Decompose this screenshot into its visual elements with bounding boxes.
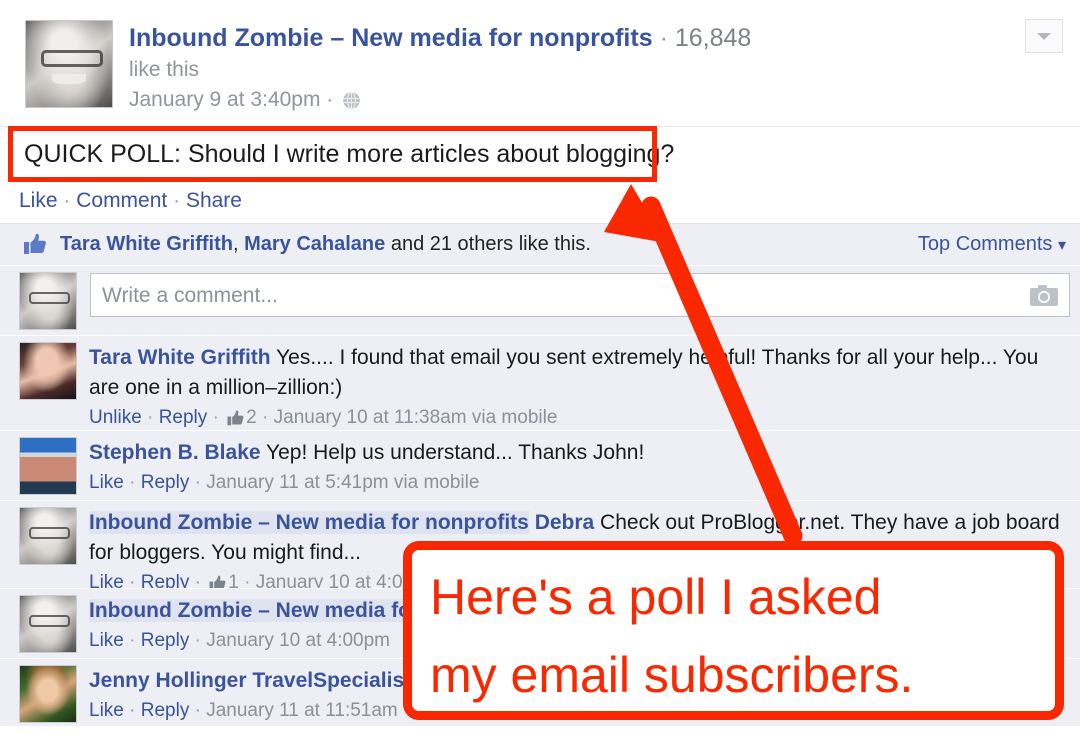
comment-content: Stephen B. Blake Yep! Help us understand… — [89, 438, 1070, 497]
thumbs-up-icon — [208, 572, 227, 591]
share-button[interactable]: Share — [186, 189, 242, 212]
comment-reply-button[interactable]: Reply — [141, 630, 190, 651]
chevron-down-icon: ▾ — [1057, 237, 1066, 254]
callout-line-2: my email subscribers. — [430, 647, 914, 703]
comment-button[interactable]: Comment — [76, 189, 167, 212]
post-author-name[interactable]: Inbound Zombie – New media for nonprofit… — [129, 24, 653, 52]
comment-like-button[interactable]: Like — [89, 700, 124, 721]
thumbs-up-icon — [22, 233, 48, 255]
callout-line-1: Here's a poll I asked — [430, 569, 882, 625]
post-header-text: Inbound Zombie – New media for nonprofit… — [129, 22, 989, 119]
annotation-callout-box: Here's a poll I asked my email subscribe… — [403, 541, 1064, 720]
comment-tagged-user[interactable]: Debra — [535, 511, 595, 534]
meta-separator: · — [147, 407, 154, 428]
post-header: Inbound Zombie – New media for nonprofit… — [0, 0, 1080, 126]
comment-reply-button[interactable]: Reply — [159, 407, 208, 428]
globe-icon — [342, 89, 361, 119]
avatar[interactable] — [19, 665, 77, 723]
comment-row: Stephen B. Blake Yep! Help us understand… — [0, 430, 1080, 500]
chevron-down-icon — [1037, 33, 1051, 40]
comment-like-button[interactable]: Like — [89, 630, 124, 651]
comment-like-button[interactable]: Unlike — [89, 407, 142, 428]
comment-text-line: Tara White Griffith Yes.... I found that… — [89, 343, 1070, 403]
post-like-this-label: like this — [129, 58, 200, 81]
comment-row: Tara White Griffith Yes.... I found that… — [0, 335, 1080, 430]
comment-like-button[interactable]: Like — [89, 472, 124, 493]
post-like-count: 16,848 — [674, 24, 752, 52]
comment-author[interactable]: Jenny Hollinger TravelSpecialist — [89, 669, 411, 692]
comment-timestamp: January 10 at 11:38am via mobile — [273, 407, 558, 428]
meta-separator: · — [194, 700, 201, 721]
comment-input[interactable]: Write a comment... — [90, 273, 1070, 317]
facebook-post-screenshot: Inbound Zombie – New media for nonprofit… — [0, 0, 1080, 734]
avatar[interactable] — [19, 437, 77, 495]
comment-timestamp: January 10 at 4:00pm — [206, 630, 391, 651]
meta-separator: · — [262, 407, 269, 428]
post-timestamp[interactable]: January 9 at 3:40pm — [129, 88, 320, 111]
meta-separator: · — [129, 472, 136, 493]
thumbs-up-icon — [226, 407, 245, 426]
comment-meta: Unlike · Reply · 2 · January 10 at 11:38… — [89, 404, 1070, 432]
meta-separator: · — [212, 407, 219, 428]
meta-separator: · — [129, 630, 136, 651]
comment-author[interactable]: Inbound Zombie – New media fo — [89, 599, 412, 622]
comment-text-line: Stephen B. Blake Yep! Help us understand… — [89, 438, 1070, 468]
likes-tail: and 21 others like this. — [385, 233, 591, 255]
timestamp-separator: · — [326, 88, 334, 111]
camera-icon[interactable] — [1029, 284, 1059, 308]
likes-summary: Tara White Griffith, Mary Cahalane and 2… — [60, 230, 591, 259]
post-timestamp-line: January 9 at 3:40pm · — [129, 85, 989, 119]
comment-text: Yep! Help us understand... Thanks John! — [260, 441, 645, 464]
action-separator-2: · — [173, 189, 181, 212]
meta-separator: · — [194, 630, 201, 651]
comment-author[interactable]: Inbound Zombie – New media for nonprofit… — [89, 511, 529, 534]
avatar[interactable] — [19, 272, 77, 330]
likes-bar: Tara White Griffith, Mary Cahalane and 2… — [0, 223, 1080, 265]
comment-like-count: 2 — [246, 407, 257, 428]
avatar[interactable] — [19, 342, 77, 400]
comment-meta: Like · Reply · January 11 at 5:41pm via … — [89, 469, 1070, 497]
post-action-bar: Like · Comment · Share — [0, 180, 1080, 223]
comment-content: Tara White Griffith Yes.... I found that… — [89, 343, 1070, 432]
avatar[interactable] — [19, 507, 77, 565]
comment-reply-button[interactable]: Reply — [141, 700, 190, 721]
post-menu-button[interactable] — [1025, 19, 1063, 53]
meta-separator: · — [194, 472, 201, 493]
comment-author[interactable]: Tara White Griffith — [89, 346, 271, 369]
comment-timestamp: January 11 at 5:41pm via mobile — [206, 472, 480, 493]
comment-author[interactable]: Stephen B. Blake — [89, 441, 261, 464]
comment-timestamp: January 11 at 11:51am — [206, 700, 398, 721]
like-button[interactable]: Like — [19, 189, 58, 212]
comment-input-placeholder: Write a comment... — [102, 284, 278, 307]
likes-comma: , — [232, 233, 245, 255]
avatar[interactable] — [19, 595, 77, 653]
top-comments-label: Top Comments — [917, 233, 1053, 255]
meta-separator: · — [129, 700, 136, 721]
annotation-callout-text: Here's a poll I asked my email subscribe… — [430, 558, 1043, 714]
comment-reply-button[interactable]: Reply — [141, 472, 190, 493]
post-author-line: Inbound Zombie – New media for nonprofit… — [129, 22, 989, 55]
comment-compose-row: Write a comment... — [0, 265, 1080, 335]
liker-name-2[interactable]: Mary Cahalane — [244, 233, 385, 255]
action-separator-1: · — [63, 189, 71, 212]
post-body: QUICK POLL: Should I write more articles… — [0, 126, 1080, 180]
liker-name-1[interactable]: Tara White Griffith — [60, 233, 233, 255]
post-author-separator: · — [659, 24, 668, 52]
avatar[interactable] — [25, 20, 113, 108]
post-message: QUICK POLL: Should I write more articles… — [24, 140, 675, 168]
top-comments-selector[interactable]: Top Comments ▾ — [918, 230, 1066, 260]
post-action-links: Like · Comment · Share — [19, 187, 242, 215]
